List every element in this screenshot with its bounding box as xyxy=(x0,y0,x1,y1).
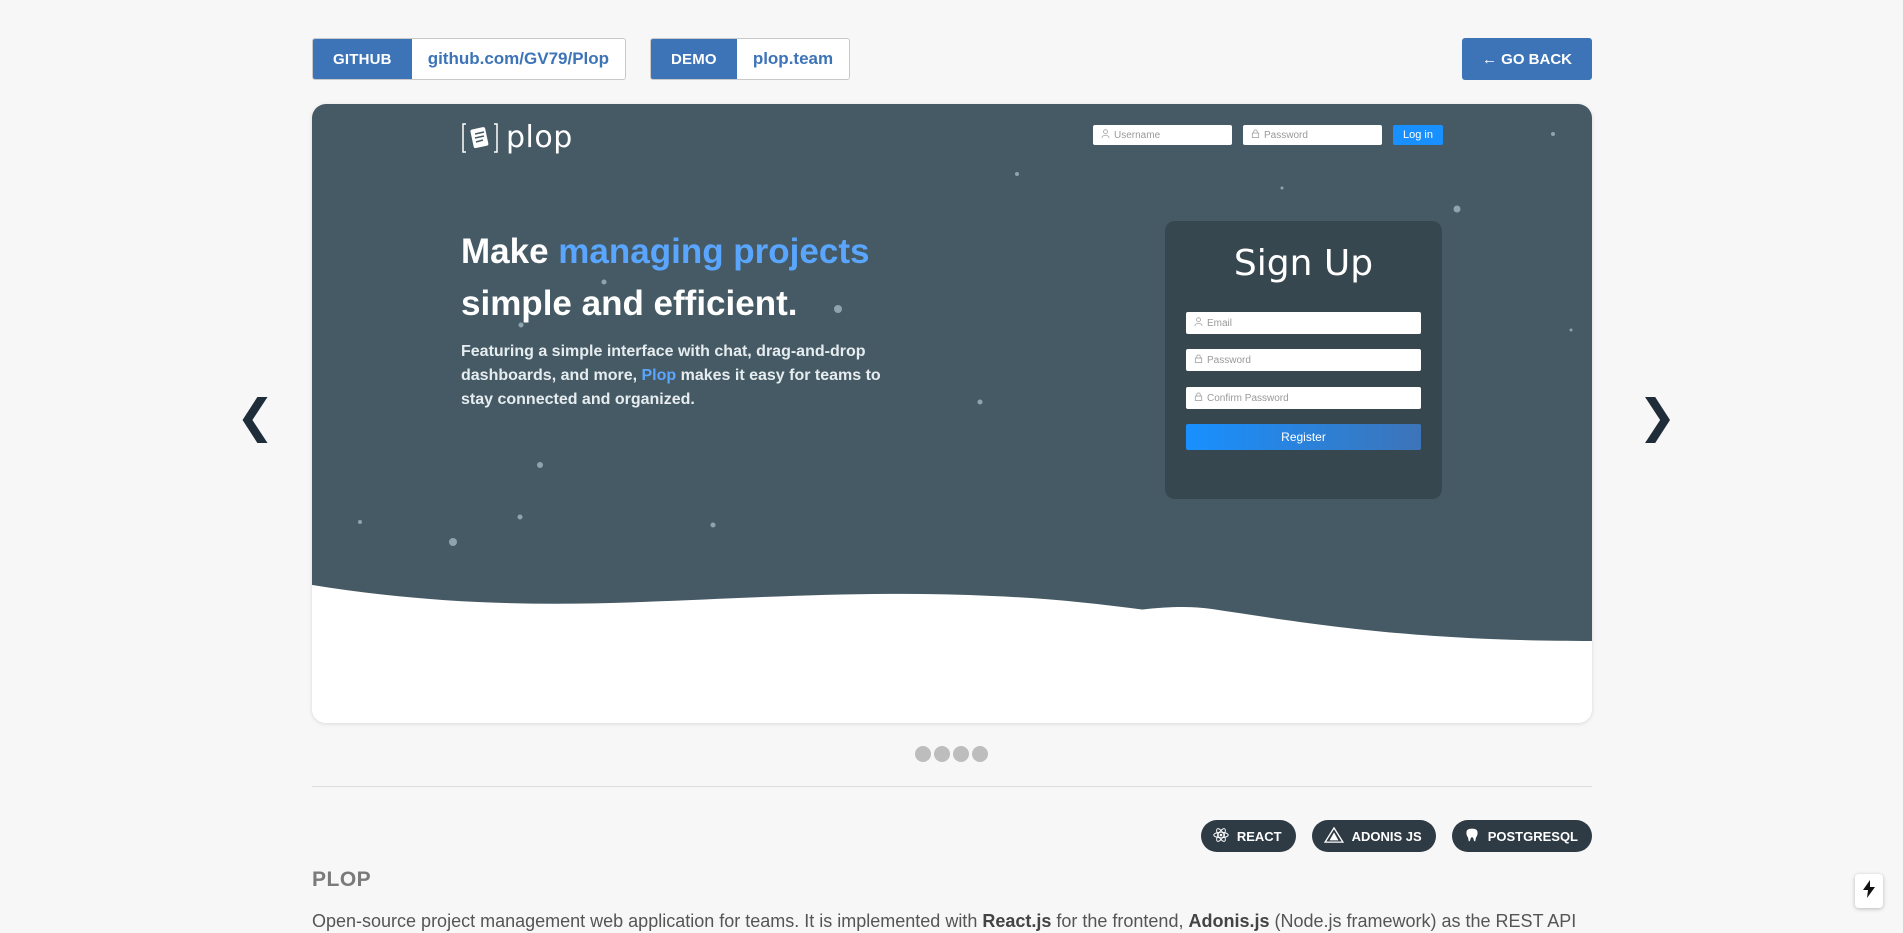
user-icon xyxy=(1194,317,1203,329)
carousel-next-arrow[interactable]: ❯ xyxy=(1638,388,1677,444)
tech-badge-adonis: ADONIS JS xyxy=(1311,820,1436,852)
tech-badges: REACT ADONIS JS POSTGRESQL xyxy=(1200,820,1592,852)
desc-part-1: Open-source project management web appli… xyxy=(312,911,983,931)
desc-adonis: Adonis.js xyxy=(1188,911,1270,931)
headline-accent: managing projects xyxy=(558,232,870,271)
top-bar: GITHUB github.com/GV79/Plop DEMO plop.te… xyxy=(312,38,1592,80)
lock-icon xyxy=(1194,392,1203,404)
project-title: PLOP xyxy=(312,868,372,891)
login-username-placeholder: Username xyxy=(1114,129,1161,141)
headline-line-2: simple and efficient. xyxy=(461,284,798,323)
carousel-dot-4[interactable] xyxy=(972,746,988,762)
signup-password-field: Password xyxy=(1186,349,1421,371)
login-username-input: Username xyxy=(1093,125,1232,145)
slide-screenshot: plop Username Password Log in Make manag… xyxy=(312,104,1592,723)
tech-badge-react: REACT xyxy=(1200,820,1296,852)
github-tag: GITHUB xyxy=(313,39,412,79)
login-password-placeholder: Password xyxy=(1264,129,1308,141)
github-link[interactable]: GITHUB github.com/GV79/Plop xyxy=(312,38,627,80)
signup-email-placeholder: Email xyxy=(1207,317,1233,329)
lock-icon xyxy=(1194,354,1203,366)
plop-logo-icon xyxy=(462,122,498,154)
user-icon xyxy=(1101,129,1110,141)
tech-badge-label: ADONIS JS xyxy=(1351,828,1422,844)
signup-register-button: Register xyxy=(1186,424,1421,450)
signup-confirm-field: Confirm Password xyxy=(1186,387,1421,409)
go-back-button[interactable]: ← GO BACK xyxy=(1462,38,1592,80)
carousel-dot-1[interactable] xyxy=(915,746,931,762)
plop-brand-text: plop xyxy=(506,120,573,155)
headline-plain: Make xyxy=(461,232,559,271)
desc-react: React.js xyxy=(982,911,1052,931)
section-divider xyxy=(312,786,1592,787)
demo-url[interactable]: plop.team xyxy=(737,39,849,79)
react-icon xyxy=(1213,827,1229,846)
signup-confirm-placeholder: Confirm Password xyxy=(1207,392,1289,404)
tech-badge-label: POSTGRESQL xyxy=(1487,828,1578,844)
adonis-icon xyxy=(1323,826,1344,846)
lightning-bolt-icon xyxy=(1863,879,1875,903)
hero-headline: Make managing projects simple and effici… xyxy=(461,226,869,330)
carousel-indicators xyxy=(915,746,988,762)
hero-subtext: Featuring a simple interface with chat, … xyxy=(461,340,911,412)
tech-badge-label: REACT xyxy=(1236,828,1282,844)
desc-part-3: (Node.js framework) as the REST API xyxy=(1269,911,1577,931)
carousel-dot-3[interactable] xyxy=(953,746,969,762)
signup-email-field: Email xyxy=(1186,312,1421,334)
signup-title: Sign Up xyxy=(1233,243,1374,284)
lock-icon xyxy=(1251,129,1260,141)
login-button: Log in xyxy=(1393,125,1443,145)
project-description: Open-source project management web appli… xyxy=(312,911,1602,932)
desc-part-2: for the frontend, xyxy=(1051,911,1189,931)
bolt-button[interactable] xyxy=(1855,874,1883,908)
project-carousel: plop Username Password Log in Make manag… xyxy=(312,104,1592,723)
demo-tag: DEMO xyxy=(651,39,737,79)
github-url[interactable]: github.com/GV79/Plop xyxy=(412,39,625,79)
subtext-accent: Plop xyxy=(641,367,677,384)
demo-link[interactable]: DEMO plop.team xyxy=(650,38,851,80)
tech-badge-postgresql: POSTGRESQL xyxy=(1451,820,1592,852)
postgresql-icon xyxy=(1464,827,1480,846)
login-password-input: Password xyxy=(1243,125,1382,145)
carousel-prev-arrow[interactable]: ❮ xyxy=(236,388,275,444)
plop-logo: plop xyxy=(462,120,573,155)
signup-password-placeholder: Password xyxy=(1207,354,1251,366)
carousel-dot-2[interactable] xyxy=(934,746,950,762)
signup-card: Sign Up Email Password Confirm Password … xyxy=(1165,221,1442,499)
